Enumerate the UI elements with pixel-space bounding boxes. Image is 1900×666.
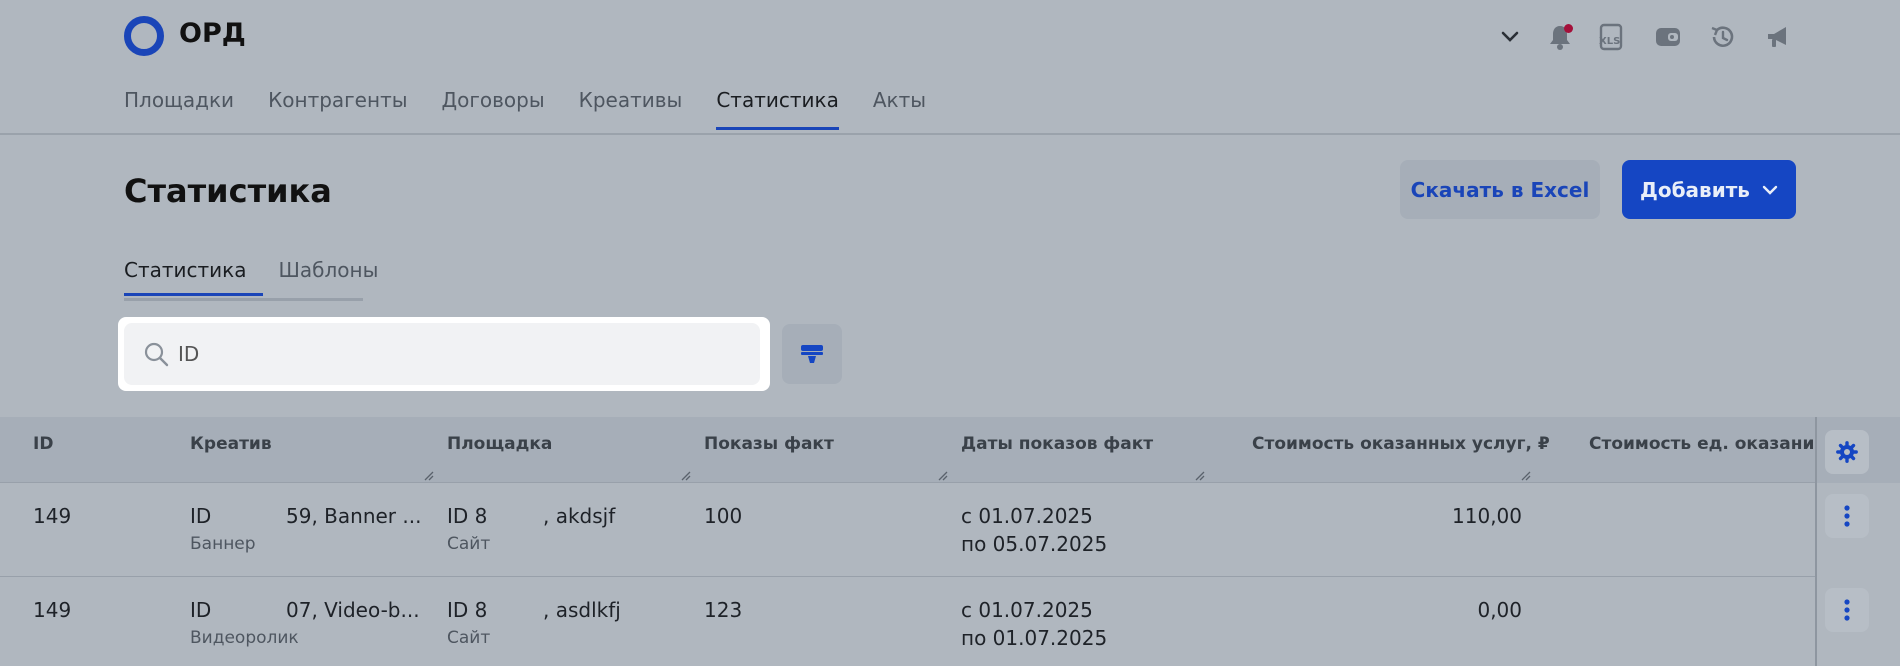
row-actions-button[interactable] bbox=[1825, 494, 1869, 538]
cell-creative-type: Баннер bbox=[190, 534, 256, 554]
nav-item-acts[interactable]: Акты bbox=[873, 88, 926, 130]
cell-date-to: по 01.07.2025 bbox=[961, 626, 1108, 650]
column-header-cost[interactable]: Стоимость оказанных услуг, ₽ bbox=[1252, 434, 1550, 454]
main-nav: Площадки Контрагенты Договоры Креативы С… bbox=[124, 88, 960, 130]
download-excel-button[interactable]: Скачать в Excel bbox=[1400, 160, 1600, 219]
cell-platform-id: ID 8 bbox=[447, 504, 488, 528]
notification-dot bbox=[1564, 24, 1573, 33]
cell-cost: 0,00 bbox=[1477, 598, 1522, 622]
add-button[interactable]: Добавить bbox=[1622, 160, 1796, 219]
cell-impressions: 100 bbox=[704, 504, 743, 528]
column-resize-handle[interactable] bbox=[1195, 471, 1205, 481]
filter-button[interactable] bbox=[782, 324, 842, 384]
nav-item-contracts[interactable]: Договоры bbox=[442, 88, 545, 130]
row-divider bbox=[0, 482, 1815, 483]
cell-id: 149 bbox=[33, 504, 72, 528]
column-header-dates[interactable]: Даты показов факт bbox=[961, 434, 1153, 454]
column-resize-handle[interactable] bbox=[681, 471, 691, 481]
column-header-impressions[interactable]: Показы факт bbox=[704, 434, 834, 454]
nav-item-statistics[interactable]: Статистика bbox=[716, 88, 839, 130]
chevron-down-icon[interactable] bbox=[1493, 20, 1527, 54]
nav-item-counterparties[interactable]: Контрагенты bbox=[268, 88, 407, 130]
row-divider bbox=[0, 576, 1815, 577]
cell-date-from: с 01.07.2025 bbox=[961, 504, 1093, 528]
add-button-label: Добавить bbox=[1640, 177, 1750, 202]
cell-id: 149 bbox=[33, 598, 72, 622]
column-header-unit-cost[interactable]: Стоимость ед. оказания у bbox=[1589, 434, 1815, 454]
cell-date-to: по 05.07.2025 bbox=[961, 532, 1108, 556]
chevron-down-icon bbox=[1762, 185, 1778, 195]
search-icon bbox=[144, 342, 169, 367]
kebab-icon bbox=[1844, 505, 1850, 527]
sticky-column-separator bbox=[1815, 417, 1817, 666]
app-logo-text: ОРД bbox=[179, 18, 246, 49]
subtabs-track bbox=[124, 298, 363, 301]
cell-platform-type: Сайт bbox=[447, 628, 491, 648]
logo-icon bbox=[124, 16, 164, 56]
nav-divider bbox=[0, 133, 1900, 135]
history-icon[interactable] bbox=[1706, 20, 1740, 54]
svg-text:XLS: XLS bbox=[1599, 36, 1620, 47]
cell-cost: 110,00 bbox=[1452, 504, 1522, 528]
nav-item-creatives[interactable]: Креативы bbox=[579, 88, 683, 130]
page-title: Статистика bbox=[124, 172, 332, 210]
cell-creative-type: Видеоролик bbox=[190, 628, 299, 648]
tab-templates[interactable]: Шаблоны bbox=[279, 258, 395, 296]
tab-statistics[interactable]: Статистика bbox=[124, 258, 263, 296]
table-settings-button[interactable] bbox=[1825, 430, 1869, 474]
cell-creative-id: ID bbox=[190, 504, 212, 528]
xls-icon[interactable]: XLS bbox=[1595, 20, 1629, 54]
column-resize-handle[interactable] bbox=[1521, 471, 1531, 481]
kebab-icon bbox=[1844, 599, 1850, 621]
cell-platform-name[interactable]: , akdsjf bbox=[543, 504, 615, 528]
search-box[interactable] bbox=[124, 323, 760, 385]
cell-date-from: с 01.07.2025 bbox=[961, 598, 1093, 622]
bell-icon[interactable] bbox=[1543, 20, 1577, 54]
cell-platform-name[interactable]: , asdlkfj bbox=[543, 598, 621, 622]
wallet-icon[interactable] bbox=[1651, 20, 1685, 54]
filter-icon bbox=[801, 345, 823, 363]
cell-creative-name[interactable]: 59, Banner ... bbox=[286, 504, 421, 528]
gear-icon bbox=[1836, 441, 1858, 463]
cell-platform-id: ID 8 bbox=[447, 598, 488, 622]
megaphone-icon[interactable] bbox=[1761, 20, 1795, 54]
cell-creative-name[interactable]: 07, Video-b... bbox=[286, 598, 420, 622]
cell-platform-type: Сайт bbox=[447, 534, 491, 554]
column-header-platform[interactable]: Площадка bbox=[447, 434, 552, 454]
column-resize-handle[interactable] bbox=[938, 471, 948, 481]
column-header-id[interactable]: ID bbox=[33, 434, 53, 454]
subtabs: Статистика Шаблоны bbox=[124, 258, 410, 296]
nav-item-platforms[interactable]: Площадки bbox=[124, 88, 234, 130]
row-actions-button[interactable] bbox=[1825, 588, 1869, 632]
cell-creative-id: ID bbox=[190, 598, 212, 622]
cell-impressions: 123 bbox=[704, 598, 743, 622]
column-resize-handle[interactable] bbox=[424, 471, 434, 481]
column-header-creative[interactable]: Креатив bbox=[190, 434, 272, 454]
search-input[interactable] bbox=[176, 341, 740, 367]
